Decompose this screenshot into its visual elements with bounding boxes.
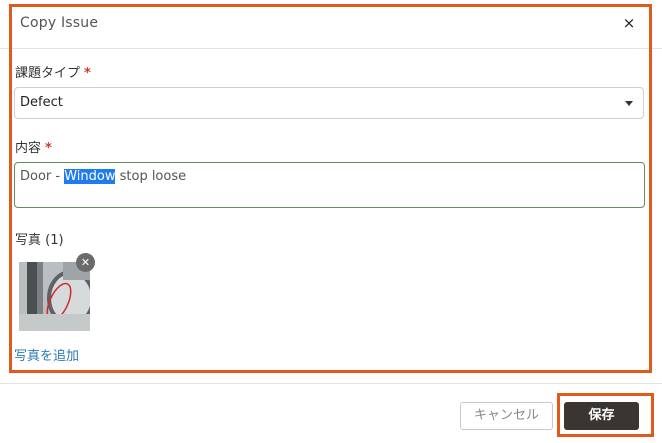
save-button[interactable]: 保存 — [564, 402, 639, 430]
issue-type-label-text: 課題タイプ — [15, 66, 81, 81]
photo-thumbnail[interactable] — [19, 262, 90, 331]
required-marker: * — [84, 66, 91, 81]
content-text-before: Door - — [20, 169, 65, 184]
content-label: 内容 * — [15, 137, 52, 156]
required-marker: * — [45, 141, 52, 156]
copy-issue-dialog: Copy Issue × 課題タイプ * Defect 内容 * Door - Wi… — [0, 0, 662, 443]
content-text: Door - Window stop loose — [20, 169, 186, 184]
issue-type-select[interactable]: Defect — [14, 87, 644, 119]
cancel-button[interactable]: キャンセル — [460, 402, 553, 430]
close-icon[interactable]: × — [620, 13, 638, 33]
photos-label: 写真 (1) — [15, 233, 64, 248]
issue-type-label: 課題タイプ * — [15, 62, 91, 81]
dialog-header: Copy Issue × — [0, 8, 662, 49]
dialog-title: Copy Issue — [20, 15, 99, 31]
issue-type-value: Defect — [20, 95, 63, 110]
chevron-down-icon — [625, 101, 633, 106]
content-textarea[interactable]: Door - Window stop loose — [14, 162, 645, 208]
remove-photo-close-icon[interactable]: ✕ — [76, 253, 95, 272]
photo-image — [19, 262, 90, 331]
add-photo-link[interactable]: 写真を追加 — [14, 345, 79, 364]
content-text-selected: Window — [64, 169, 116, 184]
content-text-after: stop loose — [115, 169, 187, 184]
content-label-text: 内容 — [15, 141, 42, 156]
footer-divider — [0, 383, 662, 384]
